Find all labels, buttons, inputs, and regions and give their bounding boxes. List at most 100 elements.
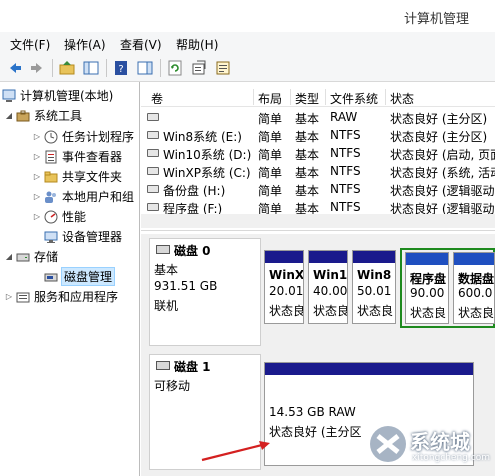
logical-drive-bar [406,253,448,265]
tree-item-disk-management[interactable]: 磁盘管理 [44,267,116,286]
expand-arrow-icon[interactable]: ▷ [32,192,42,201]
refresh-icon[interactable] [166,59,184,77]
volume-name: WinXP系统 (C:) [163,166,251,180]
partition-block[interactable]: Win1 40.00 状态良 [308,250,348,324]
expand-arrow-icon[interactable]: ▷ [32,212,42,221]
menu-file[interactable]: 文件(F) [10,36,50,53]
volume-filesystem: NTFS [330,164,361,178]
drive-icon [147,131,159,139]
volume-row[interactable]: Win8系统 (E:) 简单 基本 NTFS 状态良好 (主分区) [141,126,495,144]
menu-view[interactable]: 查看(V) [120,36,162,53]
volume-row[interactable]: Win10系统 (D:) 简单 基本 NTFS 状态良好 (启动, 页面 [141,144,495,162]
volume-layout: 简单 [258,130,283,144]
tree-item-task-scheduler[interactable]: ▷ 任务计划程序 [32,127,134,146]
collapse-arrow-icon[interactable]: ◢ [4,111,14,120]
storage-icon [16,250,30,264]
up-folder-icon[interactable] [58,59,76,77]
volume-status: 状态良好 (系统, 活动 [390,166,495,180]
expand-arrow-icon[interactable]: ▷ [32,172,42,181]
drive-icon [147,167,159,175]
tree-item-event-viewer[interactable]: ▷ 事件查看器 [32,147,122,166]
primary-partition-bar [353,251,395,263]
tree-label: 存储 [34,250,59,264]
partition-size: 20.01 [269,284,304,298]
tree-item-services-apps[interactable]: ▷ 服务和应用程序 [4,287,118,306]
volume-filesystem: NTFS [330,182,361,196]
partition-name: Win1 [313,268,348,282]
logical-drive-bar [454,253,494,265]
annotation-arrow-icon [201,441,270,462]
expand-arrow-icon[interactable]: ▷ [32,132,42,141]
volume-filesystem: NTFS [330,146,361,160]
volume-layout: 简单 [258,112,283,126]
disk-name: 磁盘 1 [174,360,211,374]
partition-block[interactable]: WinX 20.01 状态良 [264,250,304,324]
column-header-status[interactable]: 状态 [390,90,414,107]
action-pane-icon[interactable] [136,59,154,77]
tree-item-performance[interactable]: ▷ 性能 [32,207,86,226]
column-header-volume[interactable]: 卷 [151,90,163,107]
tree-item-local-users[interactable]: ▷ 本地用户和组 [32,187,134,206]
expand-arrow-icon[interactable]: ▷ [4,292,14,301]
volume-type: 基本 [295,130,320,144]
column-header-filesystem[interactable]: 文件系统 [330,90,378,107]
drive-icon [147,203,159,211]
volume-row[interactable]: WinXP系统 (C:) 简单 基本 NTFS 状态良好 (系统, 活动 [141,162,495,180]
partition-size: 50.01 [357,284,392,298]
volume-row[interactable]: 简单 基本 RAW 状态良好 (主分区) [141,108,495,126]
export-list-icon[interactable] [214,59,232,77]
disk-name: 磁盘 0 [174,244,211,258]
partition-status: 状态良 [357,304,394,318]
partition-block[interactable]: Win8 50.01 状态良 [352,250,396,324]
tree-item-storage[interactable]: ◢ 存储 [4,247,58,266]
properties-icon[interactable] [190,59,208,77]
volume-name: Win10系统 (D:) [163,148,252,162]
primary-partition-bar [265,251,303,263]
tree-label: 本地用户和组 [62,190,135,204]
volume-filesystem: NTFS [330,128,361,142]
disk-kind: 可移动 [154,379,191,393]
partition-block[interactable]: 程序盘 90.00 状态良 [405,252,449,324]
disk-icon [156,361,170,370]
expand-arrow-icon[interactable]: ▷ [32,152,42,161]
show-hide-tree-icon[interactable] [82,59,100,77]
volume-layout: 简单 [258,184,283,198]
back-icon[interactable] [6,59,24,77]
volume-list-header: 卷 布局 类型 文件系统 状态 [141,87,495,107]
watermark: 系统城 xitongcheng.com [368,420,493,474]
menu-action[interactable]: 操作(A) [64,36,106,53]
drive-icon [147,149,159,157]
column-header-type[interactable]: 类型 [295,90,319,107]
disk-kind: 基本 [154,263,179,277]
toolbar: ? [0,54,495,82]
tree-item-computer-management[interactable]: 计算机管理(本地) [2,86,113,105]
volume-type: 基本 [295,148,320,162]
tree-label: 设备管理器 [62,230,123,244]
volume-status: 状态良好 (主分区) [390,130,488,144]
volume-row[interactable]: 备份盘 (H:) 简单 基本 NTFS 状态良好 (逻辑驱动 [141,180,495,198]
partition-name: Win8 [357,268,392,282]
device-manager-icon [44,230,58,244]
partition-size: 90.00 [410,286,445,300]
menu-bar: 文件(F) 操作(A) 查看(V) 帮助(H) [0,32,495,54]
partition-block[interactable]: 数据盘 600.0 状态良 [453,252,495,324]
partition-status: 状态良好 (主分区 [269,425,362,439]
help-icon[interactable]: ? [112,59,130,77]
column-header-layout[interactable]: 布局 [258,90,282,107]
tree-label: 系统工具 [34,109,83,123]
tree-item-device-manager[interactable]: 设备管理器 [44,227,122,246]
partition-status: 状态良 [313,304,348,318]
users-icon [44,190,58,204]
collapse-arrow-icon[interactable]: ◢ [4,252,14,261]
horizontal-scrollbar[interactable] [141,214,495,228]
disk-0-info[interactable]: 磁盘 0 基本 931.51 GB 联机 [149,238,261,346]
menu-help[interactable]: 帮助(H) [176,36,218,53]
volume-status: 状态良好 (主分区) [390,112,488,126]
partition-size: 40.00 [313,284,348,298]
forward-icon[interactable] [28,59,46,77]
clock-icon [44,130,58,144]
tree-label: 任务计划程序 [62,130,135,144]
tree-item-system-tools[interactable]: ◢ 系统工具 [4,106,82,125]
tree-item-shared-folders[interactable]: ▷ 共享文件夹 [32,167,122,186]
partition-status: 状态良 [410,306,447,320]
